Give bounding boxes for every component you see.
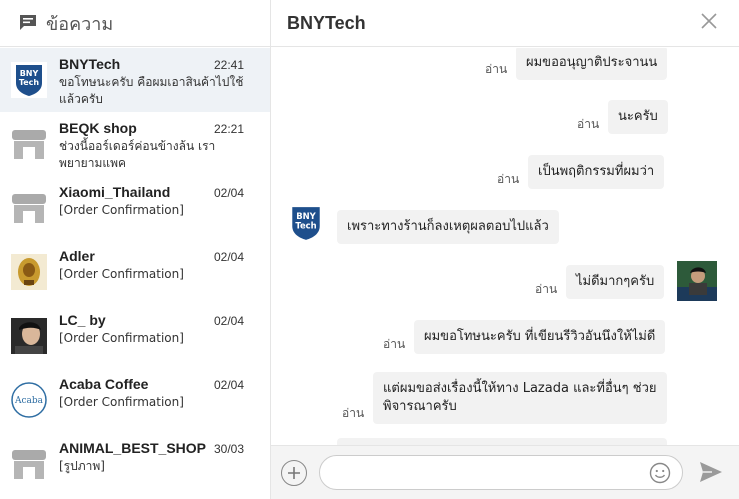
adler-avatar (11, 254, 47, 290)
acaba-logo-text: Acaba (14, 396, 44, 406)
message-line-1: แต่ผมขอส่งเรื่องนี้ให้ทาง Lazada และที่อ… (383, 381, 657, 396)
message-list[interactable]: อ่าน ผมขออนุญาติประจานน อ่าน นะครับ อ่าน… (271, 48, 739, 445)
read-receipt: อ่าน (383, 337, 406, 351)
conversation-list-panel: ข้อความ BNY Tech BNYTech 22:41 ขอโทษนะคร… (0, 0, 271, 499)
conversation-item-bnytech[interactable]: BNY Tech BNYTech 22:41 ขอโทษนะครับ คือผม… (0, 48, 270, 112)
conversation-preview: [รูปภาพ] (59, 459, 105, 473)
conversation-name: BEQK shop (59, 120, 137, 136)
chat-title: BNYTech (287, 13, 366, 33)
conversation-name: Adler (59, 248, 95, 264)
bnytech-avatar-line1: BNY (20, 69, 39, 78)
acaba-coffee-avatar: Acaba (11, 382, 47, 418)
conversation-item-acaba-coffee[interactable]: Acaba Acaba Coffee 02/04 [Order Confirma… (0, 368, 270, 432)
conversation-preview: [Order Confirmation] (59, 395, 184, 409)
message-composer (271, 445, 739, 499)
conversation-time: 30/03 (213, 442, 244, 456)
conversation-time: 02/04 (213, 314, 244, 328)
read-receipt: อ่าน (485, 62, 508, 76)
conversation-preview: [Order Confirmation] (59, 267, 184, 281)
incoming-message: เพราะทางร้านก็ลงเหตุผลตอบไปแล้ว (337, 210, 559, 244)
conversation-item-adler[interactable]: Adler 02/04 [Order Confirmation] (0, 240, 270, 304)
conversation-item-lc-by[interactable]: LC_ by 02/04 [Order Confirmation] (0, 304, 270, 368)
bnytech-avatar: BNY Tech (287, 204, 325, 242)
message-input[interactable] (319, 455, 683, 490)
conversation-name: Xiaomi_Thailand (59, 184, 171, 200)
outgoing-message: ผมขออนุญาติประจานน (516, 48, 668, 80)
bnytech-avatar-line2: Tech (295, 220, 316, 230)
conversation-time: 22:41 (213, 58, 244, 72)
panel-title: ข้อความ (46, 13, 114, 35)
send-icon[interactable] (699, 461, 723, 483)
conversation-time: 02/04 (213, 186, 244, 200)
conversation-name: Acaba Coffee (59, 376, 149, 392)
close-icon[interactable] (700, 12, 718, 30)
conversation-name: BNYTech (59, 56, 121, 72)
partial-message (337, 438, 667, 445)
message-line-2: พิจารณาครับ (383, 399, 457, 414)
outgoing-message: แต่ผมขอส่งเรื่องนี้ให้ทาง Lazada และที่อ… (373, 372, 667, 424)
conversation-preview: ช่วงนี้ออร์เดอร์ค่อนข้างล้น เราพยายามแพค (59, 139, 216, 170)
conversation-preview: ขอโทษนะครับ คือผมเอาสินค้าไปใช้แล้วครับ (59, 75, 244, 106)
outgoing-message: ไม่ดีมากๆครับ (566, 265, 665, 299)
conversation-item-xiaomi-thailand[interactable]: Xiaomi_Thailand 02/04 [Order Confirmatio… (0, 176, 270, 240)
read-receipt: อ่าน (535, 282, 558, 296)
outgoing-message: เป็นพฤติกรรมที่ผมว่า (528, 155, 665, 189)
conversation-time: 02/04 (213, 378, 244, 392)
bnytech-avatar-line2: Tech (19, 78, 40, 87)
conversation-time: 02/04 (213, 250, 244, 264)
shop-icon (12, 130, 46, 159)
plus-icon (288, 467, 300, 479)
conversation-item-animal-best-shop[interactable]: ANIMAL_BEST_SHOP 30/03 [รูปภาพ] (0, 432, 270, 496)
read-receipt: อ่าน (497, 172, 520, 186)
shop-icon (12, 450, 46, 479)
read-receipt: อ่าน (342, 406, 365, 420)
conversation-name: ANIMAL_BEST_SHOP (59, 440, 207, 456)
conversation-preview: [Order Confirmation] (59, 331, 184, 345)
chat-icon (20, 15, 36, 30)
conversation-name: LC_ by (59, 312, 106, 328)
bnytech-avatar: BNY Tech (11, 62, 47, 98)
conversation-preview: [Order Confirmation] (59, 203, 184, 217)
user-avatar (677, 261, 717, 301)
conversation-item-beqk-shop[interactable]: BEQK shop 22:21 ช่วงนี้ออร์เดอร์ค่อนข้าง… (0, 112, 270, 176)
outgoing-message: นะครับ (608, 100, 668, 134)
shop-icon (12, 194, 46, 223)
lc-by-avatar (11, 318, 47, 354)
add-attachment-button[interactable] (281, 460, 307, 486)
chat-panel: BNYTech อ่าน ผมขออนุญาติประจานน อ่าน นะค… (271, 0, 739, 499)
read-receipt: อ่าน (577, 117, 600, 131)
conversation-list-header: ข้อความ (0, 0, 270, 47)
emoji-icon[interactable] (649, 462, 671, 484)
conversation-time: 22:21 (213, 122, 244, 136)
outgoing-message: ผมขอโทษนะครับ ที่เขียนรีวิวอันนึงให้ไม่ด… (414, 320, 666, 354)
chat-header: BNYTech (271, 0, 739, 47)
